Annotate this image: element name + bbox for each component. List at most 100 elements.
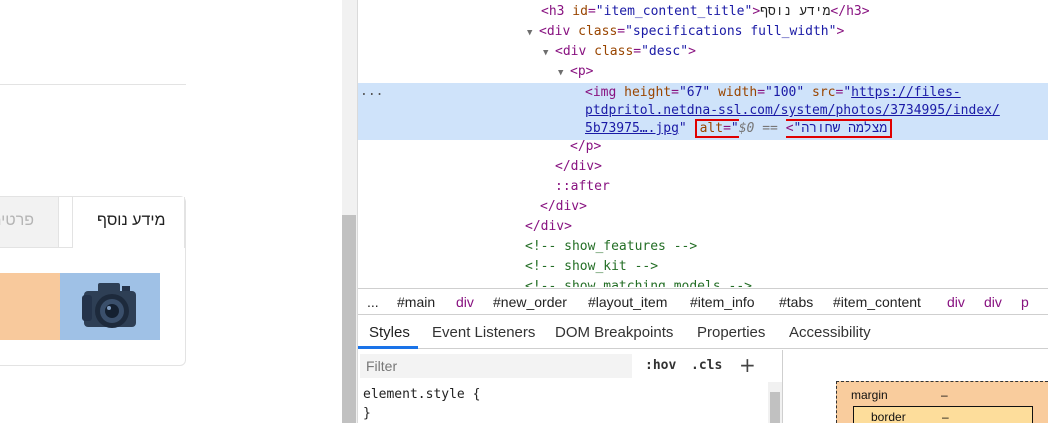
tag-close: </p> — [570, 139, 602, 154]
border-label: border — [871, 410, 906, 423]
node-comment[interactable]: <!-- show_matching_models --> — [525, 277, 752, 287]
node-img-line2[interactable]: ptdpritol.netdna-ssl.com/system/photos/3… — [585, 101, 1000, 121]
tab-properties[interactable]: Properties — [697, 324, 765, 341]
attr-name: alt — [699, 121, 724, 136]
tab-event-listeners[interactable]: Event Listeners — [432, 324, 535, 341]
attr-name: height — [616, 85, 672, 100]
element-style-rule[interactable]: element.style { — [363, 387, 480, 402]
devtools-panel: ... <h3 id="item_content_title">מידע נוס… — [358, 0, 1048, 423]
tag-open: <div — [555, 44, 587, 59]
product-image[interactable] — [60, 273, 160, 340]
node-img-line3[interactable]: 5b73975….jpg" alt="מצלמה שחורה"> == $0 — [585, 119, 893, 139]
breadcrumb-item[interactable]: #main — [397, 294, 435, 310]
node-div-close[interactable]: </div> — [525, 217, 572, 237]
tab-details-label: פרטים — [0, 212, 34, 229]
node-p-close[interactable]: </p> — [570, 137, 601, 157]
tag-bracket: > — [836, 24, 845, 39]
src-link[interactable]: ptdpritol.netdna-ssl.com/system/photos/3… — [585, 103, 1000, 118]
page-scrollbar-thumb[interactable] — [342, 215, 356, 423]
margin-highlight — [0, 273, 60, 340]
attr-eq: = — [587, 4, 596, 19]
tab-details[interactable]: פרטים — [0, 197, 59, 247]
page-viewport: פרטים מידע נוסף — [0, 0, 342, 423]
pane-divider[interactable] — [782, 350, 783, 423]
pseudo-element: ::after — [555, 179, 610, 194]
border-value[interactable]: – — [942, 410, 949, 423]
attr-eq: = — [757, 85, 766, 100]
node-div-desc[interactable]: ▼ <div class="desc"> — [543, 42, 696, 62]
tag-open: <div — [539, 24, 571, 39]
active-tab-indicator — [358, 346, 418, 349]
styles-toolbar: :hov .cls + — [358, 350, 782, 382]
node-comment[interactable]: <!-- show_kit --> — [525, 257, 658, 277]
src-link[interactable]: https://files- — [851, 85, 961, 100]
collapse-triangle-icon[interactable]: ▼ — [543, 43, 555, 63]
selected-node-marker: == $0 — [738, 121, 778, 136]
node-actions-ellipsis[interactable]: ... — [360, 84, 383, 99]
attr-name: id — [564, 4, 588, 19]
styles-scrollbar-thumb[interactable] — [770, 392, 780, 423]
breadcrumb-item[interactable]: #layout_item — [588, 294, 667, 310]
page-scrollbar[interactable] — [342, 0, 358, 423]
attr-name: class — [570, 24, 618, 39]
breadcrumb-item[interactable]: #item_content — [833, 294, 921, 310]
breadcrumb-item[interactable]: div — [984, 294, 1002, 310]
attr-quote: " — [678, 121, 687, 136]
box-model-margin: margin – border – — [836, 381, 1048, 423]
class-toggle[interactable]: .cls — [691, 358, 722, 373]
html-comment: <!-- show_matching_models --> — [525, 279, 752, 287]
breadcrumb-item[interactable]: div — [456, 294, 474, 310]
attr-eq: = — [723, 121, 731, 136]
collapse-triangle-icon[interactable]: ▼ — [558, 63, 570, 83]
breadcrumb-item[interactable]: #new_order — [493, 294, 567, 310]
add-rule-icon[interactable]: + — [739, 353, 756, 377]
camera-icon — [82, 283, 136, 328]
attr-value: "67" — [678, 85, 711, 100]
tag-close: </h3> — [830, 4, 870, 19]
breadcrumb-ellipsis[interactable]: ... — [367, 294, 379, 310]
node-img-line1[interactable]: <img height="67" width="100" src="https:… — [585, 83, 961, 103]
tab-more-info-label: מידע נוסף — [97, 212, 166, 229]
attr-name: width — [710, 85, 758, 100]
collapse-triangle-icon[interactable]: ▼ — [527, 23, 539, 43]
tab-accessibility[interactable]: Accessibility — [789, 324, 871, 341]
node-div-specifications[interactable]: ▼ <div class="specifications full_width"> — [527, 22, 844, 42]
styles-scrollbar[interactable] — [768, 382, 782, 423]
node-div-close[interactable]: </div> — [555, 157, 602, 177]
tab-styles[interactable]: Styles — [369, 324, 410, 341]
hover-state-toggle[interactable]: :hov — [645, 358, 676, 373]
attr-name: class — [586, 44, 634, 59]
breadcrumb-item[interactable]: #item_info — [690, 294, 755, 310]
attr-eq: = — [671, 85, 679, 100]
tag-close: </div> — [540, 199, 587, 214]
attr-eq: = — [633, 44, 642, 59]
tab-dom-breakpoints[interactable]: DOM Breakpoints — [555, 324, 673, 341]
tag-close: </div> — [555, 159, 602, 174]
margin-label: margin — [851, 388, 888, 402]
attr-quote: " — [843, 85, 852, 100]
html-comment: <!-- show_kit --> — [525, 259, 659, 274]
tag-bracket: > — [752, 4, 761, 19]
tag-open: <h3 — [541, 4, 565, 19]
breadcrumb-item[interactable]: p — [1021, 294, 1029, 310]
tag-bracket: > — [785, 121, 794, 136]
filter-input[interactable] — [360, 354, 632, 378]
node-after-pseudo[interactable]: ::after — [555, 177, 610, 197]
html-comment: <!-- show_features --> — [525, 239, 698, 254]
elements-tree: ... <h3 id="item_content_title">מידע נוס… — [358, 0, 1048, 287]
breadcrumb-item[interactable]: #tabs — [779, 294, 813, 310]
box-model-border: border – — [853, 406, 1033, 423]
src-link[interactable]: 5b73975….jpg — [585, 121, 679, 136]
tag-open: <p> — [570, 64, 594, 79]
tag-bracket: > — [688, 44, 696, 59]
node-div-close[interactable]: </div> — [540, 197, 587, 217]
node-p[interactable]: ▼ <p> — [558, 62, 593, 82]
divider — [0, 84, 186, 85]
margin-value[interactable]: – — [941, 388, 948, 402]
tab-more-info[interactable]: מידע נוסף — [72, 197, 185, 248]
node-comment[interactable]: <!-- show_features --> — [525, 237, 697, 257]
breadcrumb-item[interactable]: div — [947, 294, 965, 310]
node-text: מידע נוסף — [760, 4, 831, 19]
node-h3[interactable]: <h3 id="item_content_title">מידע נוסף</h… — [541, 2, 870, 22]
alt-attribute-highlight: alt="מצלמה שחורה"> — [694, 119, 893, 138]
